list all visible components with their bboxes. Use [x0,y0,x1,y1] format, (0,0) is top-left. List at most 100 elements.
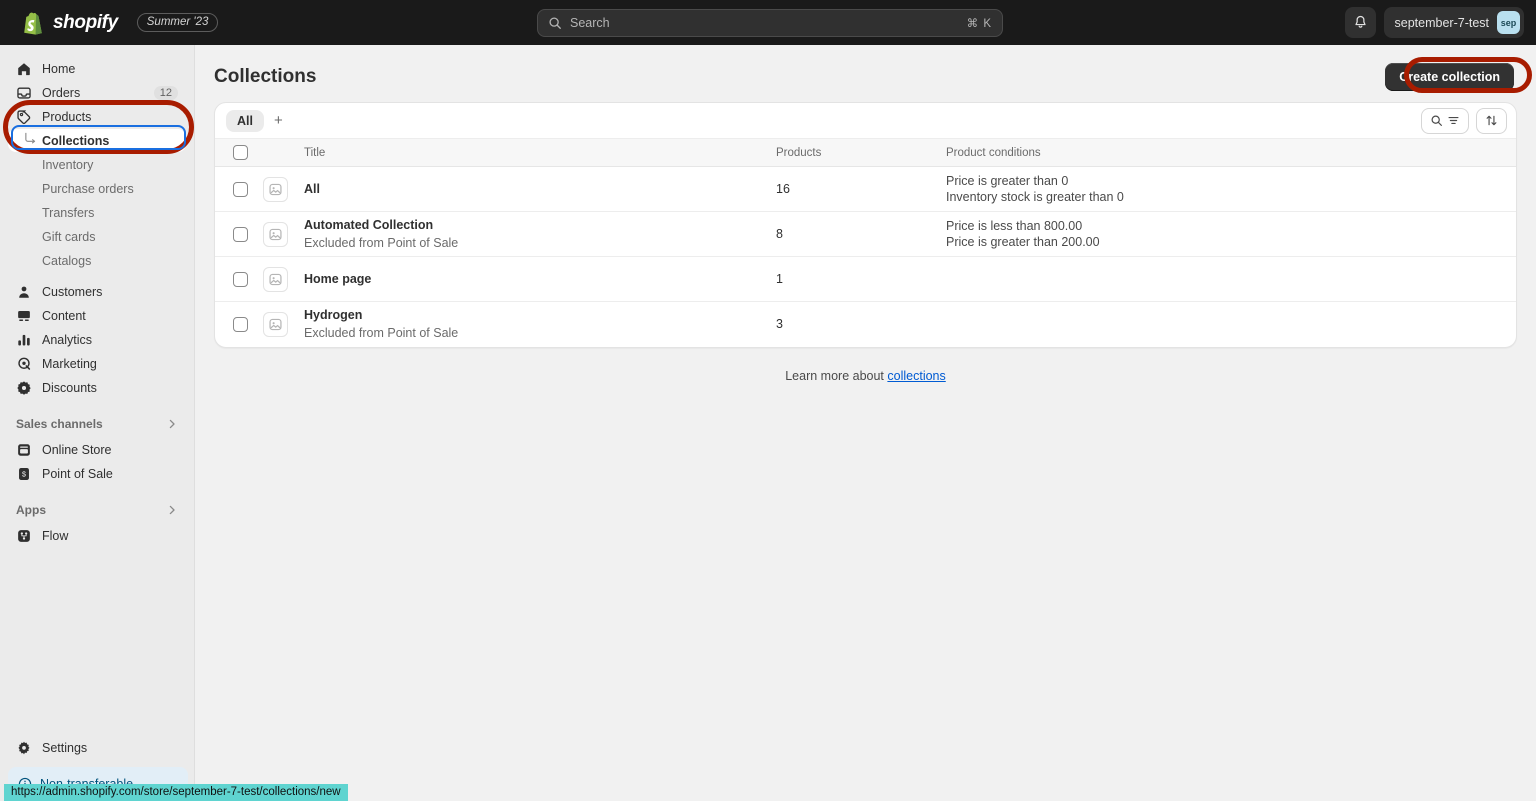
condition-line: Price is greater than 0 [946,174,1069,188]
sidebar-item-home[interactable]: Home [8,57,186,80]
search-input[interactable] [562,16,967,30]
sidebar-item-label: Online Store [42,442,112,457]
sort-button[interactable] [1476,107,1507,134]
sidebar-subitem-label: Inventory [42,157,94,172]
sidebar-item-label: Analytics [42,332,93,347]
top-bar: shopify Summer '23 ⌘ K september-7-test … [0,0,1536,45]
condition-line: Inventory stock is greater than 0 [946,190,1124,204]
sidebar-item-content[interactable]: Content [8,304,186,327]
sidebar-item-discounts[interactable]: Discounts [8,376,186,399]
thumbnail-header [263,139,304,167]
toolbar-actions [1421,107,1507,134]
table-row[interactable]: Home page 1 [215,257,1516,302]
sidebar-group-label: Apps [16,503,46,517]
sidebar-item-collections[interactable]: Collections [8,129,186,152]
column-header-title: Title [304,139,776,167]
marketing-megaphone-icon [18,357,31,370]
main-content: Collections Create collection All + Titl… [195,45,1536,801]
sidebar-subitem-label: Gift cards [42,229,96,244]
discounts-tag-icon [17,380,31,395]
orders-count-badge: 12 [153,85,178,100]
collection-title: Home page [304,272,372,286]
sidebar-item-transfers[interactable]: Transfers [8,201,186,224]
image-placeholder-icon [263,176,288,202]
table-row[interactable]: Automated Collection Excluded from Point… [215,212,1516,257]
sidebar-group-apps[interactable]: Apps [8,499,186,521]
search-and-filter-button[interactable] [1421,107,1469,134]
row-select-cell [215,167,263,212]
add-view-button[interactable]: + [264,113,293,128]
subnav-elbow-icon [25,132,36,144]
sidebar-subitem-label: Collections [42,133,110,148]
bell-icon [1354,15,1366,28]
sidebar-subitem-label: Transfers [42,205,95,220]
sidebar-item-label: Point of Sale [42,466,113,481]
collections-help-link[interactable]: collections [887,369,945,383]
row-thumbnail-cell [263,167,304,212]
learn-more-text: Learn more about [785,368,888,383]
product-count: 1 [776,272,783,286]
collection-title: Hydrogen [304,308,363,323]
sidebar-item-flow[interactable]: Flow [8,524,186,547]
row-products-cell: 16 [776,167,946,212]
sidebar-group-sales-channels[interactable]: Sales channels [8,413,186,435]
search-shortcut: ⌘ K [966,18,992,30]
chevron-right-icon [169,419,175,429]
row-title-cell: Hydrogen Excluded from Point of Sale [304,302,776,347]
top-bar-right: september-7-test sep [1344,7,1524,38]
row-title-cell: All [304,167,776,212]
sidebar-item-label: Marketing [42,356,97,371]
product-count: 3 [776,317,783,332]
sort-arrows-icon [1486,115,1497,126]
sidebar-item-online-store[interactable]: Online Store [8,438,186,461]
collections-card: All + Title Products Product conditions … [214,102,1517,348]
sidebar-item-customers[interactable]: Customers [8,280,186,303]
select-all-checkbox[interactable] [233,145,248,160]
sidebar-item-label: Products [42,109,92,124]
store-switcher[interactable]: september-7-test sep [1383,7,1524,38]
gear-icon [18,741,30,754]
collection-title: All [304,182,320,196]
flow-icon [18,529,30,542]
sidebar-item-purchase-orders[interactable]: Purchase orders [8,177,186,200]
sidebar-settings-row: Settings [0,736,194,760]
avatar: sep [1497,11,1520,34]
brand-wordmark: shopify [53,11,118,33]
notifications-button[interactable] [1344,7,1376,38]
row-products-cell: 8 [776,212,946,257]
create-collection-button[interactable]: Create collection [1385,63,1514,91]
collections-table: Title Products Product conditions All 16… [215,139,1516,347]
column-header-products: Products [776,139,946,167]
shopify-brand[interactable]: shopify Summer '23 [0,11,219,35]
row-checkbox[interactable] [233,271,248,287]
sidebar-item-marketing[interactable]: Marketing [8,352,186,375]
condition-line: Price is greater than 200.00 [946,235,1100,249]
card-toolbar: All + [215,103,1516,139]
global-search[interactable]: ⌘ K [537,9,1003,37]
sidebar-item-orders[interactable]: Orders 12 [8,81,186,104]
page-title: Collections [214,66,317,87]
row-select-cell [215,257,263,302]
row-checkbox[interactable] [233,316,248,332]
row-conditions-cell [946,257,1516,302]
row-conditions-cell: Price is less than 800.00 Price is great… [946,212,1516,257]
table-row[interactable]: All 16 Price is greater than 0 Inventory… [215,167,1516,212]
sidebar-item-products[interactable]: Products [8,105,186,128]
home-icon [18,62,30,75]
sidebar-item-inventory[interactable]: Inventory [8,153,186,176]
sidebar-item-point-of-sale[interactable]: $ Point of Sale [8,462,186,485]
sidebar-item-settings[interactable]: Settings [8,736,186,759]
sidebar-item-label: Customers [42,284,103,299]
sidebar-subitem-label: Catalogs [42,253,92,268]
tab-all[interactable]: All [226,109,264,132]
row-checkbox[interactable] [233,226,248,242]
sidebar-item-catalogs[interactable]: Catalogs [8,249,186,272]
product-count: 8 [776,227,783,241]
store-name: september-7-test [1394,15,1489,30]
sidebar-item-analytics[interactable]: Analytics [8,328,186,351]
sidebar-item-label: Home [42,61,76,76]
row-checkbox[interactable] [233,181,248,197]
sidebar-item-gift-cards[interactable]: Gift cards [8,225,186,248]
sidebar: Home Orders 12 Products Collections Inve… [0,45,195,801]
table-row[interactable]: Hydrogen Excluded from Point of Sale 3 [215,302,1516,347]
